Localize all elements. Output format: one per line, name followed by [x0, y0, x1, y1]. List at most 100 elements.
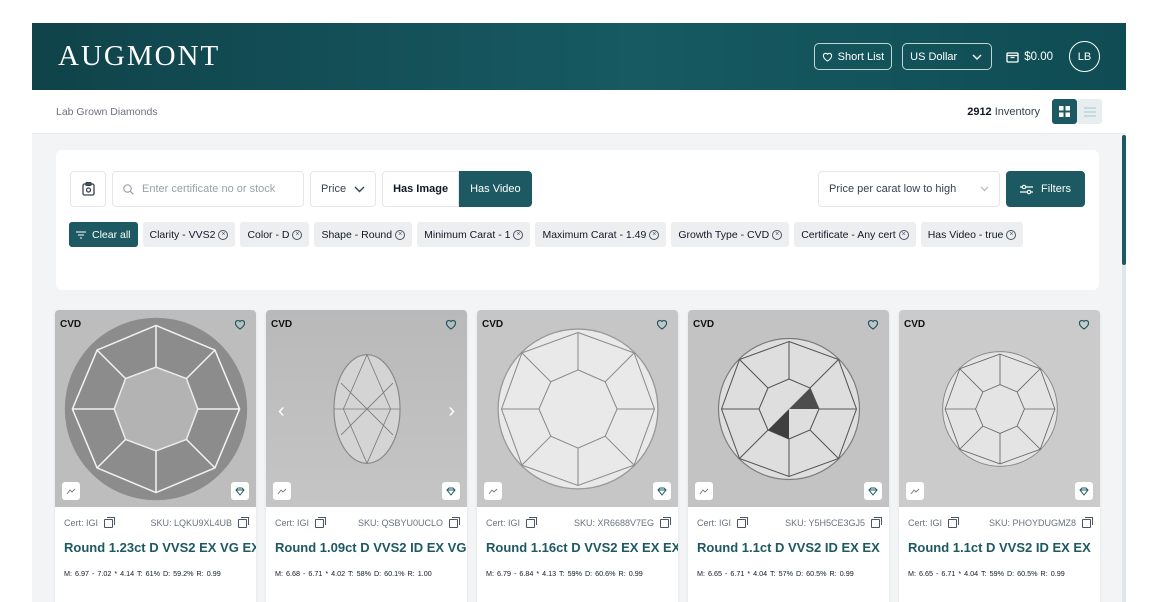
remove-chip-icon[interactable]: ×	[395, 229, 406, 240]
saved-search-button[interactable]	[70, 171, 106, 207]
product-image[interactable]: CVD	[899, 310, 1100, 507]
video-badge-icon[interactable]	[484, 482, 502, 500]
copy-icon[interactable]	[449, 516, 460, 528]
remove-chip-icon[interactable]: ×	[218, 229, 229, 240]
product-image[interactable]: CVD	[477, 310, 678, 507]
search-input[interactable]	[142, 183, 292, 195]
sort-dropdown[interactable]: Price per carat low to high	[818, 171, 1001, 207]
filter-chip[interactable]: Shape - Round ×	[314, 222, 413, 247]
remove-chip-icon[interactable]: ×	[292, 229, 303, 240]
copy-icon[interactable]	[526, 516, 538, 528]
sliders-icon	[1020, 184, 1034, 194]
heart-icon[interactable]	[1078, 319, 1090, 330]
copy-icon[interactable]	[737, 516, 749, 528]
copy-icon[interactable]	[948, 516, 960, 528]
logo[interactable]: AUGMONT	[58, 40, 220, 73]
currency-select[interactable]: US Dollar	[902, 43, 993, 70]
copy-icon[interactable]	[871, 516, 882, 528]
product-card[interactable]: CVD Cert: IGI SKU: PHOYDUGMZ8 Round 1.1c…	[899, 310, 1100, 602]
remove-chip-icon[interactable]: ×	[1006, 229, 1017, 240]
remove-chip-icon[interactable]: ×	[513, 229, 524, 240]
list-icon	[1083, 106, 1096, 117]
filter-panel: Price Has Image Has Video Price per cara…	[56, 150, 1099, 290]
search-field[interactable]	[112, 171, 304, 207]
sub-bar: Lab Grown Diamonds 2912 Inventory	[32, 90, 1126, 134]
cert-label: Cert: IGI	[486, 518, 521, 528]
cert-label: Cert: IGI	[275, 518, 310, 528]
has-image-toggle[interactable]: Has Image	[382, 171, 460, 207]
clipboard-icon	[81, 182, 95, 196]
filters-button[interactable]: Filters	[1006, 171, 1085, 207]
scrollbar-thumb[interactable]	[1122, 135, 1126, 265]
clear-all-button[interactable]: Clear all	[69, 222, 138, 247]
card-meta: Cert: IGI SKU: PHOYDUGMZ8	[899, 507, 1100, 528]
shortlist-label: Short List	[837, 50, 885, 63]
copy-icon[interactable]	[238, 516, 249, 528]
product-title[interactable]: Round 1.16ct D VVS2 EX EX EX	[477, 528, 678, 555]
heart-icon[interactable]	[867, 319, 879, 330]
top-header: AUGMONT Short List US Dollar $0.00 LB	[32, 23, 1126, 90]
avatar[interactable]: LB	[1069, 41, 1100, 72]
product-title[interactable]: Round 1.1ct D VVS2 ID EX EX	[688, 528, 889, 555]
product-card[interactable]: CVD Cert: IGI SKU: XR6688V7EG Round 1.16…	[477, 310, 678, 602]
inventory-number: 2912	[967, 105, 992, 118]
remove-chip-icon[interactable]: ×	[898, 229, 909, 240]
app-frame: AUGMONT Short List US Dollar $0.00 LB La…	[32, 23, 1126, 602]
diamond-badge-icon[interactable]	[442, 482, 460, 500]
has-video-toggle[interactable]: Has Video	[459, 171, 532, 207]
next-image-icon[interactable]: ›	[448, 400, 455, 423]
breadcrumb[interactable]: Lab Grown Diamonds	[56, 106, 158, 118]
copy-icon[interactable]	[104, 516, 116, 528]
diamond-badge-icon[interactable]	[653, 482, 671, 500]
product-card[interactable]: CVD ‹ › Cert: IGI SKU: QSBYU0UCLO Round …	[266, 310, 467, 602]
diamond-badge-icon[interactable]	[1075, 482, 1093, 500]
diamond-badge-icon[interactable]	[864, 482, 882, 500]
filter-chip[interactable]: Has Video - true ×	[920, 222, 1024, 247]
filter-chip[interactable]: Maximum Carat - 1.49 ×	[535, 222, 667, 247]
product-title[interactable]: Round 1.1ct D VVS2 ID EX EX	[899, 528, 1100, 555]
diamond-image	[717, 337, 860, 480]
copy-icon[interactable]	[315, 516, 327, 528]
video-badge-icon[interactable]	[695, 482, 713, 500]
cert-label: Cert: IGI	[64, 518, 99, 528]
product-card[interactable]: CVD Cert: IGI SKU: Y5H5CE3GJ5 Round 1.1c…	[688, 310, 889, 602]
previous-image-icon[interactable]: ‹	[278, 400, 285, 423]
product-image[interactable]: CVD	[55, 310, 256, 507]
diamond-badge-icon[interactable]	[231, 482, 249, 500]
header-actions: Short List US Dollar $0.00 LB	[813, 41, 1100, 72]
product-specs: M: 6.65 - 6.71 * 4.04 T: 57% D: 60.5% R:…	[697, 569, 854, 578]
chip-label: Growth Type - CVD	[678, 228, 770, 241]
product-image[interactable]: CVD	[688, 310, 889, 507]
filter-chip[interactable]: Clarity - VVS2 ×	[142, 222, 236, 247]
shortlist-button[interactable]: Short List	[813, 43, 893, 70]
chip-label: Color - D	[247, 228, 290, 241]
filter-chip[interactable]: Certificate - Any cert ×	[794, 222, 916, 247]
heart-icon[interactable]	[445, 319, 457, 330]
grid-view-button[interactable]	[1052, 99, 1077, 124]
chip-label: Has Video - true	[927, 228, 1004, 241]
chevron-down-icon	[972, 54, 982, 60]
product-title[interactable]: Round 1.09ct D VVS2 ID EX VG	[266, 528, 467, 555]
product-image[interactable]: CVD ‹ ›	[266, 310, 467, 507]
remove-chip-icon[interactable]: ×	[649, 229, 660, 240]
product-title[interactable]: Round 1.23ct D VVS2 EX VG EX	[55, 528, 256, 555]
price-dropdown[interactable]: Price	[310, 171, 377, 207]
growth-tag: CVD	[693, 319, 715, 330]
product-card[interactable]: CVD Cert: IGI SKU: LQKU9XL4UB Round 1.23…	[55, 310, 256, 602]
video-badge-icon[interactable]	[273, 482, 291, 500]
video-badge-icon[interactable]	[62, 482, 80, 500]
remove-chip-icon[interactable]: ×	[772, 229, 783, 240]
filter-chip[interactable]: Color - D ×	[240, 222, 310, 247]
filter-chip[interactable]: Growth Type - CVD ×	[671, 222, 790, 247]
cart-total: $0.00	[1024, 50, 1053, 63]
card-meta: Cert: IGI SKU: Y5H5CE3GJ5	[688, 507, 889, 528]
copy-icon[interactable]	[1082, 516, 1093, 528]
video-badge-icon[interactable]	[906, 482, 924, 500]
cart-button[interactable]: $0.00	[1006, 51, 1053, 63]
filter-chip[interactable]: Minimum Carat - 1 ×	[417, 222, 531, 247]
growth-tag: CVD	[271, 319, 293, 330]
cart-icon	[1006, 51, 1019, 63]
copy-icon[interactable]	[660, 516, 671, 528]
list-view-button[interactable]	[1077, 99, 1102, 124]
clear-all-label: Clear all	[92, 228, 131, 241]
